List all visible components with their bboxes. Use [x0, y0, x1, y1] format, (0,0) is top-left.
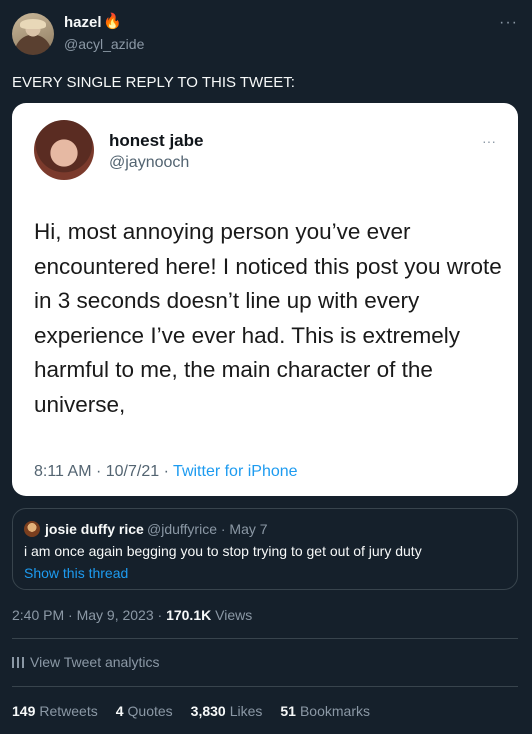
- view-analytics-button[interactable]: View Tweet analytics: [12, 654, 159, 670]
- image-author-handle: @jaynooch: [109, 154, 190, 171]
- author-name[interactable]: hazel: [64, 14, 102, 31]
- bookmarks-stat[interactable]: 51 Bookmarks: [280, 703, 370, 719]
- tweet-timestamp: 2:40 PM · May 9, 2023 · 170.1K Views: [12, 607, 252, 623]
- analytics-icon: [12, 657, 24, 668]
- tweet-stats: 149 Retweets 4 Quotes 3,830 Likes 51 Bookmar…: [12, 703, 370, 719]
- bookmarks-count: 51: [280, 703, 296, 719]
- image-meta-time: 8:11 AM · 10/7/21 ·: [34, 463, 174, 480]
- retweets-stat[interactable]: 149 Retweets: [12, 703, 98, 719]
- retweets-count: 149: [12, 703, 36, 719]
- tweet-image[interactable]: honest jabe @jaynooch ··· Hi, most annoy…: [12, 103, 518, 496]
- image-tweet-meta: 8:11 AM · 10/7/21 · Twitter for iPhone: [34, 463, 298, 481]
- quote-text: i am once again begging you to stop tryi…: [24, 543, 422, 559]
- author-handle[interactable]: @acyl_azide: [64, 36, 144, 52]
- tweet-text: EVERY SINGLE REPLY TO THIS TWEET:: [12, 74, 295, 91]
- quote-author-handle: @jduffyrice · May 7: [147, 521, 268, 537]
- likes-label: Likes: [229, 703, 263, 719]
- likes-stat[interactable]: 3,830 Likes: [191, 703, 263, 719]
- image-tweet-body: Hi, most annoying person you’ve ever enc…: [34, 219, 502, 417]
- more-options-icon[interactable]: ···: [499, 14, 518, 32]
- quotes-label: Quotes: [127, 703, 173, 719]
- divider: [12, 686, 518, 687]
- divider: [12, 638, 518, 639]
- image-meta-source: Twitter for iPhone: [173, 463, 298, 480]
- show-thread-link[interactable]: Show this thread: [24, 565, 128, 581]
- image-avatar: [34, 120, 94, 180]
- quote-avatar: [24, 521, 40, 537]
- image-author-name: honest jabe: [109, 131, 204, 150]
- quote-author-name: josie duffy rice: [45, 521, 144, 537]
- likes-count: 3,830: [190, 703, 226, 719]
- analytics-label: View Tweet analytics: [30, 654, 160, 670]
- retweets-label: Retweets: [39, 703, 98, 719]
- author-avatar[interactable]: [12, 13, 54, 55]
- views-count: 170.1K: [166, 607, 212, 623]
- quotes-count: 4: [115, 703, 124, 719]
- quoted-tweet[interactable]: josie duffy rice @jduffyrice · May 7 i a…: [12, 508, 518, 590]
- tweet: hazel 🔥 @acyl_azide ··· EVERY SINGLE REP…: [0, 0, 532, 734]
- timestamp-time[interactable]: 2:40 PM · May 9, 2023 ·: [12, 607, 166, 623]
- image-more-icon: ···: [482, 133, 496, 149]
- views-label: Views: [211, 607, 253, 623]
- fire-emoji-icon: 🔥: [103, 13, 122, 30]
- bookmarks-label: Bookmarks: [299, 703, 370, 719]
- quotes-stat[interactable]: 4 Quotes: [116, 703, 173, 719]
